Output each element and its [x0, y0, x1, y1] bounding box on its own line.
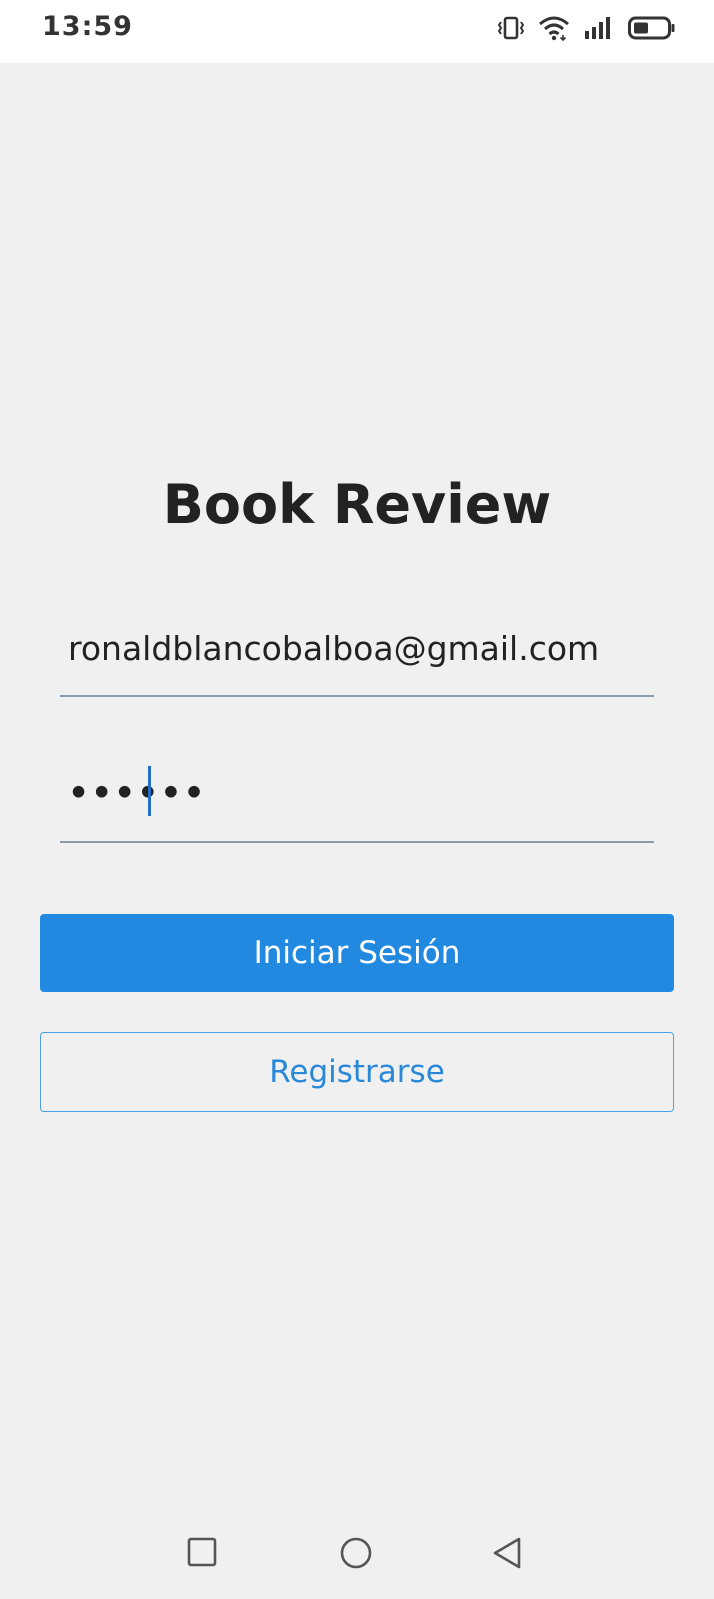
vibrate-icon: [497, 16, 525, 40]
signal-icon: [584, 16, 614, 40]
password-field[interactable]: ••••••: [60, 760, 654, 843]
login-button[interactable]: Iniciar Sesión: [40, 914, 674, 992]
text-cursor: [148, 766, 151, 816]
recents-icon[interactable]: [186, 1536, 218, 1568]
app-title: Book Review: [162, 473, 552, 536]
battery-icon: [628, 16, 676, 40]
status-bar: 13:59: [0, 0, 714, 63]
register-button[interactable]: Registrarse: [40, 1032, 674, 1112]
status-icons: [497, 14, 676, 42]
email-value: ronaldblancobalboa@gmail.com: [68, 629, 600, 668]
home-icon[interactable]: [339, 1536, 373, 1570]
back-icon[interactable]: [490, 1536, 524, 1570]
navigation-bar: [0, 1520, 714, 1599]
email-field[interactable]: ronaldblancobalboa@gmail.com: [60, 618, 654, 697]
wifi-icon: [538, 15, 570, 42]
password-value: ••••••: [68, 773, 207, 812]
status-time: 13:59: [42, 11, 133, 42]
